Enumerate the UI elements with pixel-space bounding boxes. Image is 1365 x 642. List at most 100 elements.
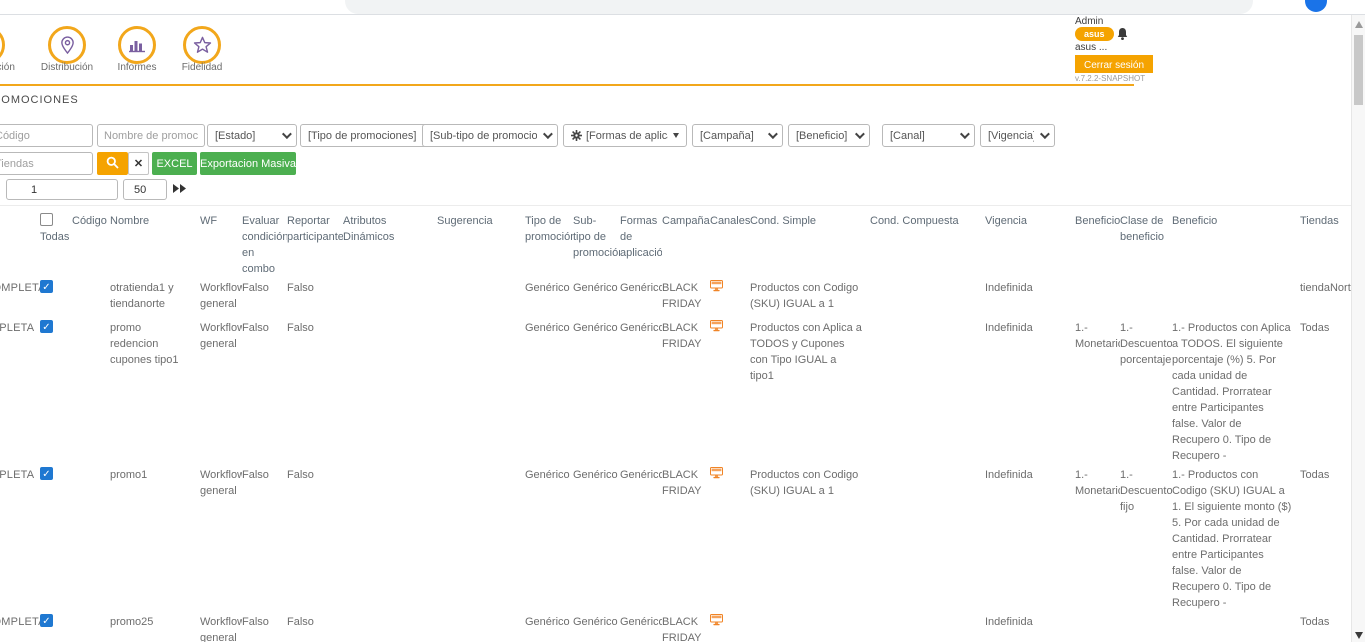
app-version-label: v.7.2.2-SNAPSHOT — [1075, 74, 1145, 83]
cell-tipo: Genérico — [525, 277, 573, 317]
cell-evaluar: Falso — [242, 611, 287, 642]
cell-checkbox: ✓ — [40, 277, 72, 317]
cell-canales — [710, 464, 750, 611]
menu-item-informes[interactable] — [118, 26, 156, 64]
cell-clase_beneficio — [1120, 277, 1172, 317]
next-page-button[interactable] — [172, 182, 187, 197]
table-row: COMPLETA✓promo redencion cupones tipo1Wo… — [0, 317, 1365, 464]
cell-subtipo: Genérico — [573, 611, 620, 642]
cell-wf: Workflow general — [200, 317, 242, 464]
cell-vigencia: Indefinida — [985, 317, 1075, 464]
cell-campana: BLACK FRIDAY — [662, 277, 710, 317]
export-masiva-button[interactable]: Exportacion Masiva — [200, 152, 296, 175]
row-checkbox[interactable]: ✓ — [40, 467, 53, 480]
subtipo-promociones-select[interactable]: [Sub-tipo de promociones] — [422, 124, 558, 147]
clear-filters-button[interactable]: ✕ — [128, 152, 149, 175]
cell-cond_compuesta — [870, 277, 985, 317]
col-header-wf: WF — [200, 210, 242, 277]
row-checkbox[interactable]: ✓ — [40, 614, 53, 627]
scroll-down-icon[interactable] — [1355, 632, 1363, 639]
cell-cond_compuesta — [870, 317, 985, 464]
monitor-icon — [710, 323, 723, 335]
promotions-table-body: INCOMPLETA✓otratienda1 y tiendanorteWork… — [0, 277, 1365, 642]
cell-checkbox: ✓ — [40, 464, 72, 611]
codigo-input[interactable] — [0, 124, 93, 147]
scroll-up-icon[interactable] — [1355, 21, 1363, 28]
tipo-promociones-select[interactable]: [Tipo de promociones] — [300, 124, 440, 147]
browser-strip — [0, 0, 1365, 15]
logout-button[interactable]: Cerrar sesión — [1075, 55, 1153, 73]
tiendas-input[interactable] — [0, 152, 93, 175]
canal-select[interactable]: [Canal] — [882, 124, 975, 147]
col-header-tipo: Tipo de promoción — [525, 210, 573, 277]
table-row: INCOMPLETA✓promo25Workflow generalFalsoF… — [0, 611, 1365, 642]
browser-address-bar[interactable] — [345, 0, 1253, 14]
nombre-promocion-input[interactable] — [97, 124, 205, 147]
user-role-label: Admin — [1075, 16, 1103, 27]
estado-select[interactable]: [Estado] — [207, 124, 297, 147]
cell-atributos — [343, 317, 437, 464]
col-header-checkbox: Todas — [40, 210, 72, 277]
row-checkbox[interactable]: ✓ — [40, 320, 53, 333]
select-all-checkbox[interactable] — [40, 213, 53, 226]
cell-nombre: promo redencion cupones tipo1 — [110, 317, 200, 464]
cell-subtipo: Genérico — [573, 464, 620, 611]
select-all-label: Todas — [40, 229, 64, 245]
col-header-beneficio_detalle: Beneficio — [1172, 210, 1300, 277]
col-header-formas: Formas de aplicación — [620, 210, 662, 277]
col-header-vigencia: Vigencia — [985, 210, 1075, 277]
formas-aplicacion-select[interactable]: [Formas de aplicación] — [563, 124, 687, 147]
col-header-codigo: Código — [72, 210, 110, 277]
col-header-campana: Campaña — [662, 210, 710, 277]
menu-item-fidelidad[interactable] — [183, 26, 221, 64]
menu-item-distribucion[interactable] — [48, 26, 86, 64]
scrollbar-thumb[interactable] — [1354, 35, 1363, 105]
cell-nombre: promo1 — [110, 464, 200, 611]
page-title: PROMOCIONES — [0, 94, 79, 106]
chevron-down-icon — [960, 129, 970, 139]
search-icon — [106, 160, 119, 172]
cell-cond_simple: Productos con Codigo (SKU) IGUAL a 1 — [750, 464, 870, 611]
cell-tipo: Genérico — [525, 611, 573, 642]
caret-down-icon — [673, 133, 679, 138]
cell-sugerencia — [437, 611, 525, 642]
cell-checkbox: ✓ — [40, 317, 72, 464]
cell-estado: COMPLETA — [0, 464, 40, 611]
cell-sugerencia — [437, 317, 525, 464]
cell-checkbox: ✓ — [40, 611, 72, 642]
beneficio-select[interactable]: [Beneficio] — [788, 124, 870, 147]
browser-profile-avatar[interactable] — [1305, 0, 1327, 12]
page-size-input[interactable] — [123, 179, 167, 200]
cell-canales — [710, 611, 750, 642]
monitor-icon — [710, 617, 723, 629]
cell-evaluar: Falso — [242, 317, 287, 464]
excel-button[interactable]: EXCEL — [152, 152, 197, 175]
map-pin-icon — [48, 26, 86, 64]
cell-vigencia: Indefinida — [985, 277, 1075, 317]
cell-reportar: Falso — [287, 611, 343, 642]
menu-label-distribucion[interactable]: Distribución — [27, 62, 107, 73]
row-checkbox[interactable]: ✓ — [40, 280, 53, 293]
cell-canales — [710, 277, 750, 317]
chevron-down-icon — [543, 129, 553, 139]
page-number-input[interactable] — [6, 179, 118, 200]
vigencia-select[interactable]: [Vigencia] — [980, 124, 1055, 147]
cell-formas: Genérico — [620, 317, 662, 464]
cell-campana: BLACK FRIDAY — [662, 464, 710, 611]
cell-formas: Genérico — [620, 277, 662, 317]
vertical-scrollbar[interactable] — [1351, 15, 1365, 642]
menu-label-fidelidad[interactable]: Fidelidad — [162, 62, 242, 73]
chevron-down-icon — [282, 129, 292, 139]
table-row: COMPLETA✓promo1Workflow generalFalsoFals… — [0, 464, 1365, 611]
bell-icon[interactable] — [1117, 28, 1128, 46]
table-row: INCOMPLETA✓otratienda1 y tiendanorteWork… — [0, 277, 1365, 317]
cell-evaluar: Falso — [242, 277, 287, 317]
search-button[interactable] — [97, 152, 128, 175]
cell-reportar: Falso — [287, 464, 343, 611]
monitor-icon — [710, 470, 723, 482]
menu-item-promocion[interactable] — [0, 26, 5, 64]
cell-codigo — [72, 611, 110, 642]
campana-select[interactable]: [Campaña] — [692, 124, 783, 147]
cell-cond_simple — [750, 611, 870, 642]
star-icon — [183, 26, 221, 64]
